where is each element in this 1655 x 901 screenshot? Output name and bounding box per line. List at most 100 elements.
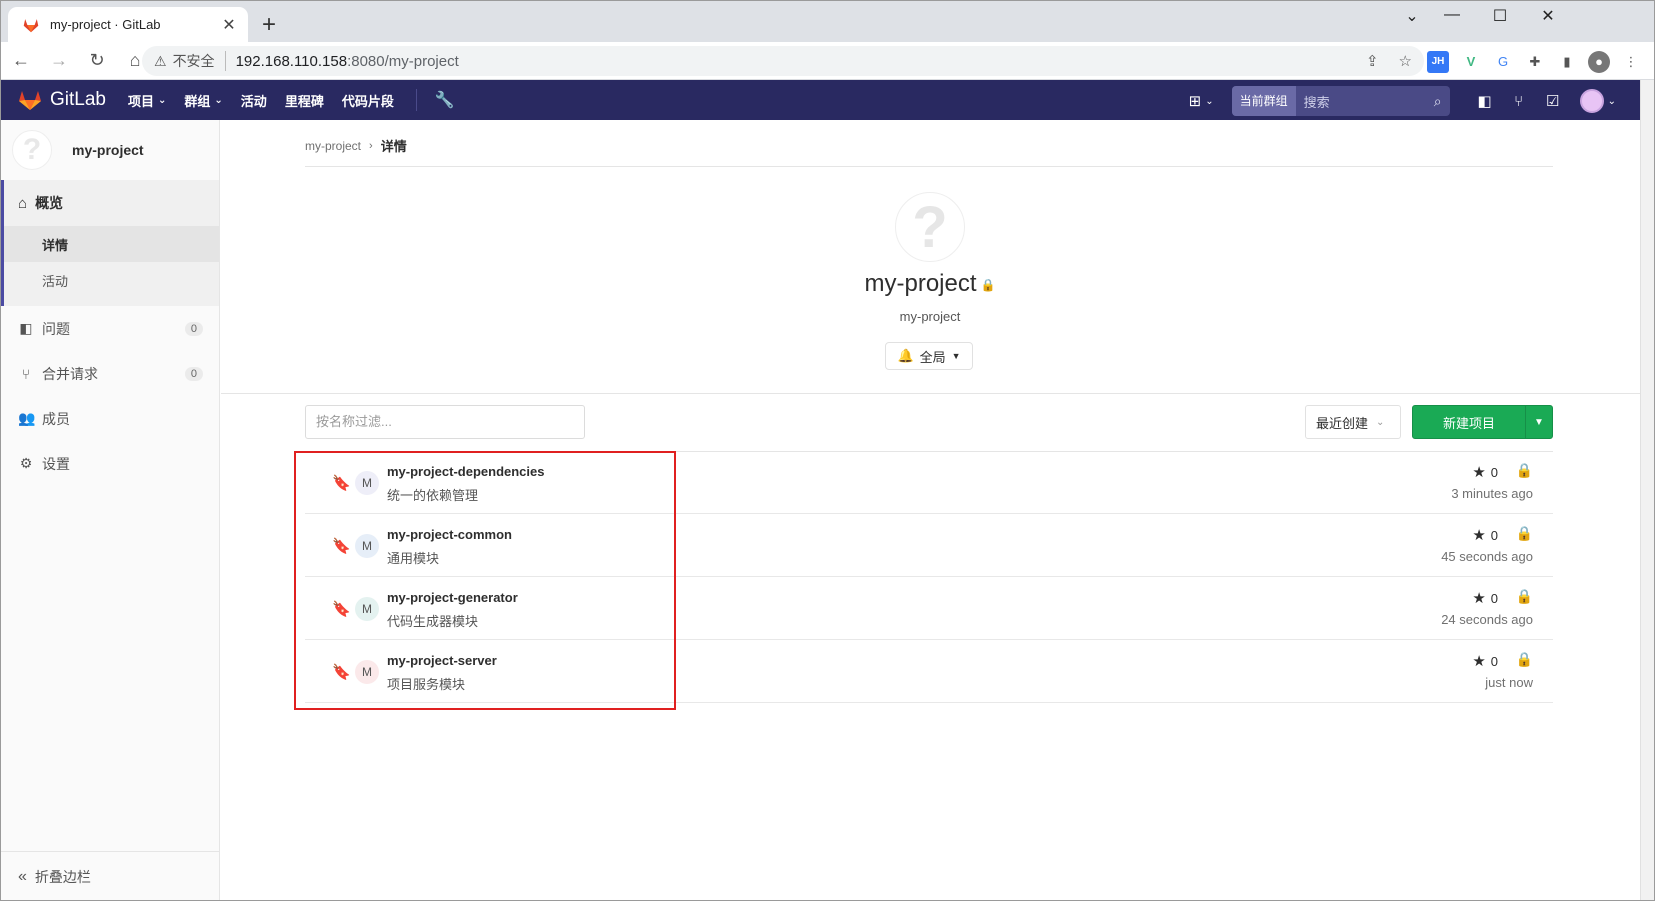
breadcrumb-parent[interactable]: my-project [305, 139, 361, 153]
translate-icon[interactable]: G [1492, 51, 1514, 73]
gitlab-logo[interactable] [18, 89, 42, 111]
browser-tab[interactable]: my-project · GitLab ✕ [8, 7, 248, 42]
collapse-sidebar-button[interactable]: « 折叠边栏 [0, 851, 219, 901]
extensions-puzzle-icon[interactable]: ✚ [1524, 51, 1546, 73]
new-project-dropdown-toggle[interactable]: ▼ [1526, 406, 1552, 438]
sort-dropdown[interactable]: 最近创建 ⌄ [1305, 405, 1401, 439]
caret-down-icon: ▼ [951, 351, 961, 361]
issues-icon: ◧ [19, 320, 33, 336]
lock-icon: 🔒 [1515, 525, 1533, 541]
project-name-link[interactable]: my-project-server [387, 653, 497, 668]
nav-projects-label: 项目 [127, 93, 154, 109]
count-badge: 0 [184, 366, 203, 381]
search-box[interactable]: 当前群组 搜索 ⌕ [1231, 86, 1450, 116]
project-name-link[interactable]: my-project-dependencies [387, 464, 545, 479]
todos-icon[interactable]: ☑ [1536, 92, 1570, 110]
chevron-down-icon: ⌄ [158, 94, 167, 106]
project-updated-time: 24 seconds ago [1441, 612, 1533, 627]
sort-label: 最近创建 [1316, 415, 1369, 431]
admin-wrench-icon[interactable]: 🔧 [435, 90, 455, 110]
maximize-icon[interactable]: ☐ [1480, 6, 1520, 26]
star-icon: ★ [1472, 464, 1486, 481]
chevron-down-icon: ⌄ [214, 94, 223, 106]
close-window-icon[interactable]: ✕ [1528, 6, 1568, 26]
sidebar-subitem-activity[interactable]: 活动 [4, 262, 219, 298]
gitlab-brand[interactable]: GitLab [50, 89, 106, 111]
group-title-text: my-project [864, 270, 977, 297]
sidebar-item-members[interactable]: 👥 成员 [0, 396, 219, 441]
nav-snippets[interactable]: 代码片段 [342, 91, 394, 110]
star-icon: ★ [1472, 590, 1486, 607]
share-icon[interactable]: ⇪ [1366, 52, 1379, 70]
nav-activity[interactable]: 活动 [241, 91, 267, 110]
insecure-label[interactable]: 不安全 [173, 51, 226, 71]
browser-menu-icon[interactable]: ⋮ [1620, 51, 1642, 73]
issues-icon[interactable]: ◧ [1468, 92, 1502, 110]
gear-icon: ⚙ [19, 455, 33, 471]
profile-avatar-icon[interactable]: ● [1588, 51, 1610, 73]
sidebar-item-overview[interactable]: ⌂ 概览 [4, 180, 219, 226]
user-avatar[interactable] [1579, 89, 1604, 113]
sidebar-item-label: 合并请求 [42, 365, 98, 382]
gitlab-header: GitLab 项目 ⌄ 群组 ⌄ 活动 里程碑 代码片段 🔧 ⊞ ⌄ 当前群组 搜索 … [0, 80, 1640, 120]
new-dropdown-button[interactable]: ⊞ ⌄ [1189, 92, 1214, 110]
vue-devtools-icon[interactable]: V [1460, 51, 1482, 73]
new-project-button-group: 新建项目 ▼ [1412, 405, 1553, 439]
extension-jh-icon[interactable]: JH [1427, 51, 1449, 73]
filter-by-name-input[interactable]: 按名称过滤... [305, 405, 585, 439]
back-icon[interactable]: ← [4, 50, 38, 71]
project-row[interactable]: 🔖 Mmy-project-server 项目服务模块 ★ 0 🔒 just now [305, 640, 1553, 703]
new-tab-icon[interactable]: + [262, 12, 276, 38]
notification-dropdown[interactable]: 🔔 全局 ▼ [885, 342, 973, 370]
count-badge: 0 [184, 321, 203, 336]
sidebar-subitem-details[interactable]: 详情 [4, 226, 219, 262]
tab-search-chevron-icon[interactable]: ⌄ [1392, 6, 1432, 26]
star-count: 0 [1490, 653, 1498, 669]
nav-projects[interactable]: 项目 ⌄ [128, 91, 166, 110]
url-host: 192.168.110.158 [235, 52, 348, 70]
bookmark-star-icon[interactable]: ☆ [1399, 52, 1412, 70]
merge-requests-icon[interactable]: ⑂ [1502, 93, 1536, 110]
sidebar-item-merge-requests[interactable]: ⑂ 合并请求 0 [0, 351, 219, 396]
warning-icon[interactable]: ⚠ [154, 53, 167, 70]
sidebar-item-label: 概览 [35, 195, 64, 211]
sidebar-item-label: 设置 [42, 455, 70, 472]
scrollbar[interactable] [1640, 80, 1655, 901]
close-tab-icon[interactable]: ✕ [220, 15, 238, 35]
project-row[interactable]: 🔖 Mmy-project-common 通用模块 ★ 0 🔒 45 seconds ago [305, 514, 1553, 577]
address-bar[interactable]: ⚠ 不安全 192.168.110.158:8080/my-project ⇪ … [142, 46, 1424, 76]
breadcrumb: my-project › 详情 [305, 136, 407, 155]
plus-square-icon: ⊞ [1188, 93, 1202, 110]
nav-milestones[interactable]: 里程碑 [285, 91, 324, 110]
chevron-down-icon[interactable]: ⌄ [1608, 96, 1616, 107]
chevron-right-icon: › [369, 139, 373, 152]
sidebar-item-label: 成员 [42, 410, 70, 427]
project-avatar[interactable]: M [355, 597, 379, 621]
bookmark-icon: 🔖 [332, 664, 351, 681]
divider [305, 166, 1553, 167]
forward-icon[interactable]: → [42, 50, 76, 71]
home-icon: ⌂ [18, 194, 28, 212]
new-project-button[interactable]: 新建项目 [1413, 406, 1526, 438]
sidebar-project-header[interactable]: ? my-project [0, 120, 219, 180]
project-avatar[interactable]: M [355, 471, 379, 495]
project-name-link[interactable]: my-project-generator [387, 590, 518, 605]
project-avatar[interactable]: M [355, 534, 379, 558]
project-row[interactable]: 🔖 Mmy-project-generator 代码生成器模块 ★ 0 🔒 24 secon… [305, 577, 1553, 640]
project-name-link[interactable]: my-project-common [387, 527, 512, 542]
side-panel-icon[interactable]: ▮ [1556, 51, 1578, 73]
project-list: 🔖 Mmy-project-dependencies 统一的依赖管理 ★ 0 🔒 3 min… [305, 451, 1553, 703]
project-description: 统一的依赖管理 [387, 488, 479, 503]
minimize-icon[interactable]: — [1432, 6, 1472, 24]
users-icon: 👥 [18, 410, 36, 426]
project-avatar[interactable]: M [355, 660, 379, 684]
sidebar-item-settings[interactable]: ⚙ 设置 [0, 441, 219, 486]
reload-icon[interactable]: ↻ [80, 50, 114, 71]
sidebar-item-issues[interactable]: ◧ 问题 0 [0, 306, 219, 351]
search-input[interactable]: 搜索 [1296, 92, 1434, 111]
star-icon: ★ [1472, 527, 1486, 544]
project-row[interactable]: 🔖 Mmy-project-dependencies 统一的依赖管理 ★ 0 🔒 3 min… [305, 451, 1553, 514]
nav-groups[interactable]: 群组 ⌄ [184, 91, 222, 110]
project-updated-time: 3 minutes ago [1451, 486, 1533, 501]
star-icon: ★ [1472, 653, 1486, 670]
